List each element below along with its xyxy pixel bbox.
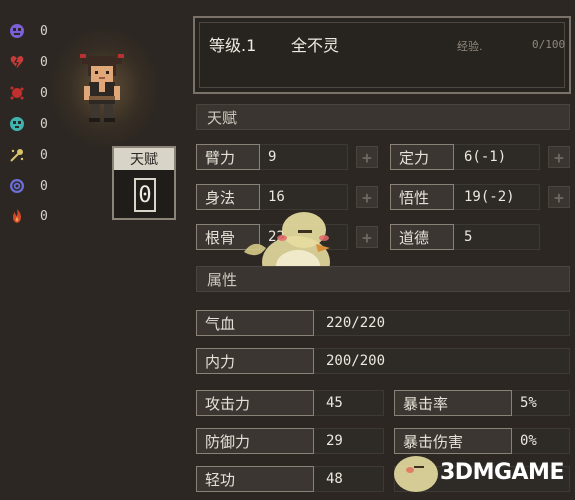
status-value: 0 [40, 54, 48, 70]
status-row-broken-heart: 0 [8, 52, 48, 72]
stat-value-comprehension: 19(-2) [464, 189, 515, 205]
stat-label-crit-rate: 暴击率 [394, 390, 512, 416]
stat-label-hp: 气血 [196, 310, 314, 336]
add-constitution-button[interactable]: + [356, 226, 378, 248]
add-strength-button[interactable]: + [356, 146, 378, 168]
status-value: 0 [40, 85, 48, 101]
stun-icon [8, 146, 26, 164]
stat-value-hp: 220/220 [326, 315, 386, 331]
add-focus-button[interactable]: + [548, 146, 570, 168]
section-attributes: 属性 [196, 266, 570, 292]
exp-label: 经验. [457, 40, 483, 53]
skull-icon [8, 22, 26, 40]
stat-label-agility: 身法 [196, 184, 260, 210]
stat-label-focus: 定力 [390, 144, 454, 170]
stat-value-mp: 200/200 [326, 353, 386, 369]
stat-value-focus: 6(-1) [464, 149, 507, 165]
stat-label-attack: 攻击力 [196, 390, 314, 416]
watermark-text: 3DMGAME [440, 460, 564, 485]
talent-box-title: 天赋 [114, 148, 174, 170]
add-agility-button[interactable]: + [356, 186, 378, 208]
poison-skull-icon [8, 115, 26, 133]
status-value: 0 [40, 23, 48, 39]
status-row-confusion: 0 [8, 176, 48, 196]
character-portrait[interactable] [74, 50, 130, 126]
stat-label-strength: 臂力 [196, 144, 260, 170]
status-value: 0 [40, 178, 48, 194]
status-row-skull: 0 [8, 21, 48, 41]
stat-label-lightness: 轻功 [196, 466, 314, 492]
status-value: 0 [40, 208, 48, 224]
fire-icon [8, 207, 26, 225]
confusion-icon [8, 177, 26, 195]
status-value: 0 [40, 147, 48, 163]
stat-value-attack: 45 [326, 395, 343, 411]
character-name: 全不灵 [291, 36, 340, 55]
stat-label-comprehension: 悟性 [390, 184, 454, 210]
status-row-fire: 0 [8, 206, 48, 226]
status-row-poison: 0 [8, 114, 48, 134]
stat-value-defense: 29 [326, 433, 343, 449]
broken-heart-icon [8, 53, 26, 71]
status-value: 0 [40, 116, 48, 132]
stat-label-morality: 道德 [390, 224, 454, 250]
character-level: 等级.1 [209, 36, 257, 55]
stat-value-crit-rate: 5% [520, 395, 537, 411]
add-comprehension-button[interactable]: + [548, 186, 570, 208]
stat-value-lightness: 48 [326, 471, 343, 487]
stat-label-defense: 防御力 [196, 428, 314, 454]
stat-value-morality: 5 [464, 229, 473, 245]
stat-value-agility: 16 [268, 189, 285, 205]
stat-label-mp: 内力 [196, 348, 314, 374]
talent-points-box: 天赋 0 [112, 146, 176, 220]
status-row-blood: 0 [8, 83, 48, 103]
character-header-panel: 等级.1 全不灵 经验. 0/100 [193, 16, 571, 94]
exp-value: 0/100 [532, 38, 566, 51]
status-row-stun: 0 [8, 145, 48, 165]
talent-points-value: 0 [134, 178, 156, 212]
stat-value-strength: 9 [268, 149, 277, 165]
section-talent: 天赋 [196, 104, 570, 130]
blood-splat-icon [8, 84, 26, 102]
